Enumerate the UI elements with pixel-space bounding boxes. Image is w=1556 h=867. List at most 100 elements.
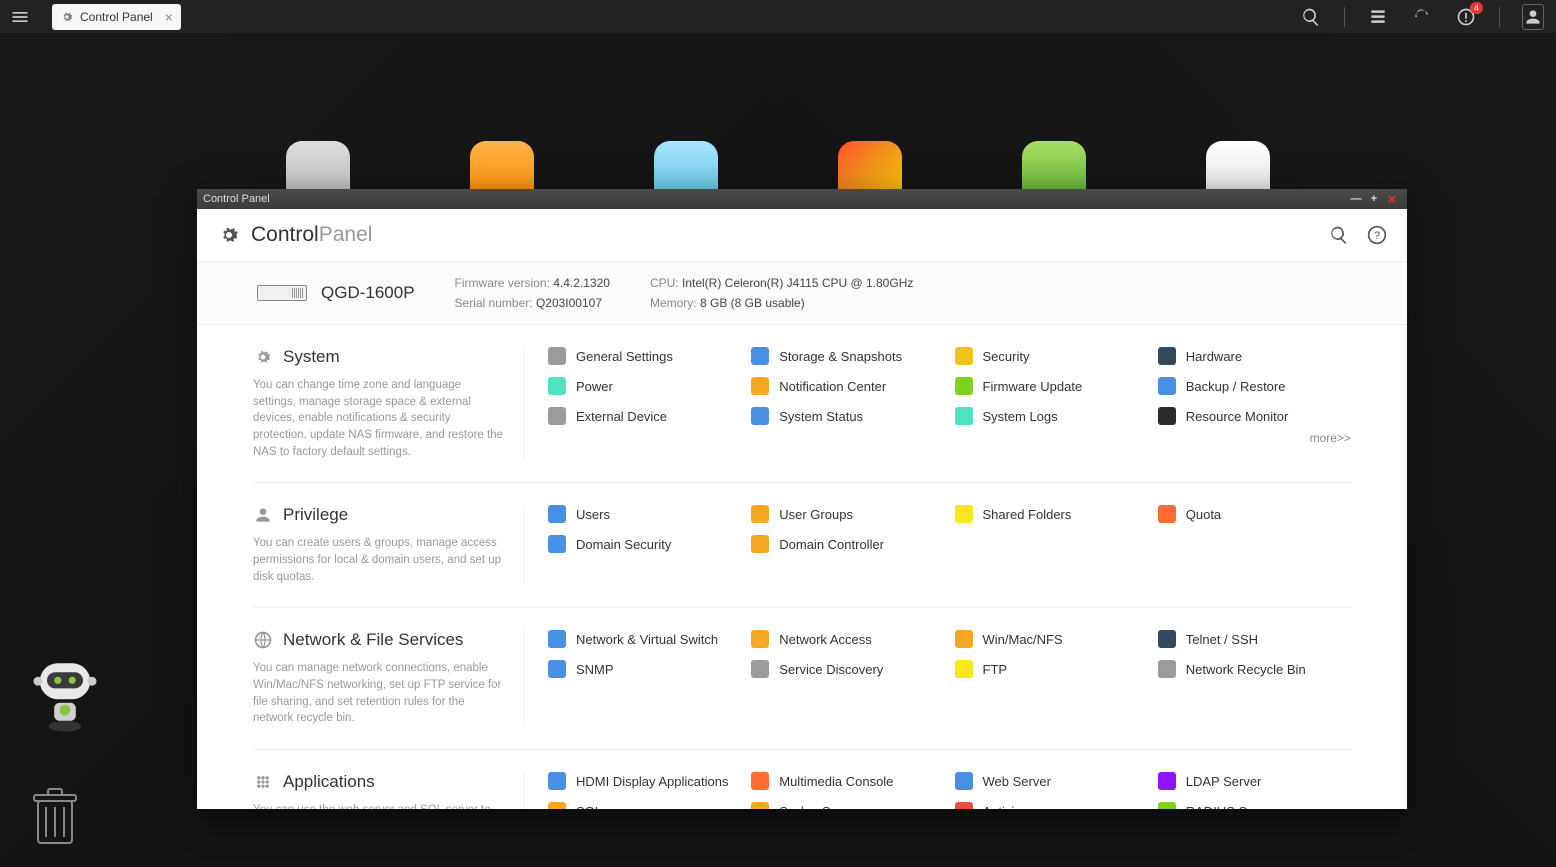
item-icon xyxy=(955,660,973,678)
item-icon xyxy=(751,377,769,395)
item-security[interactable]: Security xyxy=(955,347,1148,365)
item-network-access[interactable]: Network Access xyxy=(751,630,944,648)
section-title-network: Network & File Services xyxy=(253,630,503,650)
item-notification-center[interactable]: Notification Center xyxy=(751,377,944,395)
globe-icon xyxy=(253,630,273,650)
item-quota[interactable]: Quota xyxy=(1158,505,1351,523)
search-button[interactable] xyxy=(1300,6,1322,28)
item-icon xyxy=(548,505,566,523)
item-icon xyxy=(955,347,973,365)
window-close-button[interactable]: × xyxy=(1383,191,1401,207)
item-domain-security[interactable]: Domain Security xyxy=(548,535,741,553)
tab-control-panel[interactable]: Control Panel × xyxy=(52,4,181,30)
item-icon xyxy=(955,630,973,648)
item-firmware-update[interactable]: Firmware Update xyxy=(955,377,1148,395)
item-backup-restore[interactable]: Backup / Restore xyxy=(1158,377,1351,395)
item-service-discovery[interactable]: Service Discovery xyxy=(751,660,944,678)
item-external-device[interactable]: External Device xyxy=(548,407,741,425)
item-system-status[interactable]: System Status xyxy=(751,407,944,425)
item-icon xyxy=(751,630,769,648)
item-hardware[interactable]: Hardware xyxy=(1158,347,1351,365)
section-desc: You can manage network connections, enab… xyxy=(253,660,503,727)
item-label: Quota xyxy=(1186,507,1221,522)
section-applications: Applications You can use the web server … xyxy=(253,750,1351,809)
item-network-virtual-switch[interactable]: Network & Virtual Switch xyxy=(548,630,741,648)
notification-badge: 4 xyxy=(1470,2,1483,14)
item-ldap-server[interactable]: LDAP Server xyxy=(1158,772,1351,790)
serial-value: Q203I00107 xyxy=(536,296,602,310)
item-resource-monitor[interactable]: Resource Monitor xyxy=(1158,407,1351,425)
section-title-system: System xyxy=(253,347,503,367)
item-storage-snapshots[interactable]: Storage & Snapshots xyxy=(751,347,944,365)
item-icon xyxy=(751,802,769,809)
item-label: FTP xyxy=(983,662,1008,677)
item-label: Firmware Update xyxy=(983,379,1083,394)
item-system-logs[interactable]: System Logs xyxy=(955,407,1148,425)
item-ftp[interactable]: FTP xyxy=(955,660,1148,678)
item-win-mac-nfs[interactable]: Win/Mac/NFS xyxy=(955,630,1148,648)
item-telnet-ssh[interactable]: Telnet / SSH xyxy=(1158,630,1351,648)
item-icon xyxy=(548,802,566,809)
window-title: Control Panel xyxy=(203,193,270,205)
item-power[interactable]: Power xyxy=(548,377,741,395)
item-network-recycle-bin[interactable]: Network Recycle Bin xyxy=(1158,660,1351,678)
top-bar: Control Panel × 4 xyxy=(0,0,1556,33)
gear-icon xyxy=(60,10,74,24)
item-icon xyxy=(751,660,769,678)
window-minimize-button[interactable]: — xyxy=(1347,193,1365,205)
item-hdmi-display-applications[interactable]: HDMI Display Applications xyxy=(548,772,741,790)
item-snmp[interactable]: SNMP xyxy=(548,660,741,678)
item-label: System Logs xyxy=(983,409,1058,424)
item-label: General Settings xyxy=(576,349,673,364)
item-label: Network Recycle Bin xyxy=(1186,662,1306,677)
section-desc: You can change time zone and language se… xyxy=(253,377,503,460)
item-label: Shared Folders xyxy=(983,507,1072,522)
item-icon xyxy=(751,347,769,365)
item-label: Power xyxy=(576,379,613,394)
item-icon xyxy=(955,802,973,809)
item-radius-server[interactable]: RADIUS Server xyxy=(1158,802,1351,809)
help-icon[interactable]: ? xyxy=(1367,225,1387,245)
item-icon xyxy=(955,505,973,523)
item-icon xyxy=(1158,407,1176,425)
window-titlebar[interactable]: Control Panel — + × xyxy=(197,189,1407,209)
item-web-server[interactable]: Web Server xyxy=(955,772,1148,790)
window-maximize-button[interactable]: + xyxy=(1365,193,1383,205)
user-menu-button[interactable] xyxy=(1522,6,1544,28)
tasks-icon[interactable] xyxy=(1367,6,1389,28)
item-sql-server[interactable]: SQL server xyxy=(548,802,741,809)
content-area: System You can change time zone and lang… xyxy=(197,325,1407,809)
hamburger-menu-button[interactable] xyxy=(0,0,40,33)
cpu-value: Intel(R) Celeron(R) J4115 CPU @ 1.80GHz xyxy=(682,276,913,290)
user-icon xyxy=(253,505,273,525)
search-icon[interactable] xyxy=(1329,225,1349,245)
item-domain-controller[interactable]: Domain Controller xyxy=(751,535,944,553)
assistant-robot-icon[interactable] xyxy=(20,647,110,737)
item-antivirus[interactable]: Antivirus xyxy=(955,802,1148,809)
item-syslog-server[interactable]: Syslog Server xyxy=(751,802,944,809)
item-icon xyxy=(548,407,566,425)
item-label: Win/Mac/NFS xyxy=(983,632,1063,647)
topbar-actions: 4 xyxy=(1300,0,1556,33)
more-link[interactable]: more>> xyxy=(548,431,1351,445)
item-icon xyxy=(548,772,566,790)
item-label: System Status xyxy=(779,409,863,424)
item-icon xyxy=(955,377,973,395)
item-users[interactable]: Users xyxy=(548,505,741,523)
item-general-settings[interactable]: General Settings xyxy=(548,347,741,365)
item-user-groups[interactable]: User Groups xyxy=(751,505,944,523)
item-label: Telnet / SSH xyxy=(1186,632,1258,647)
trash-icon[interactable] xyxy=(30,787,80,847)
item-label: Network Access xyxy=(779,632,871,647)
item-icon xyxy=(548,660,566,678)
item-icon xyxy=(1158,630,1176,648)
item-label: Notification Center xyxy=(779,379,886,394)
tab-close-button[interactable]: × xyxy=(165,9,173,25)
refresh-icon[interactable] xyxy=(1411,6,1433,28)
item-shared-folders[interactable]: Shared Folders xyxy=(955,505,1148,523)
notifications-button[interactable]: 4 xyxy=(1455,6,1477,28)
section-desc: You can use the web server and SQL serve… xyxy=(253,802,503,809)
gear-icon xyxy=(253,347,273,367)
item-multimedia-console[interactable]: Multimedia Console xyxy=(751,772,944,790)
control-panel-window: Control Panel — + × ControlPanel ? QGD-1… xyxy=(197,189,1407,809)
